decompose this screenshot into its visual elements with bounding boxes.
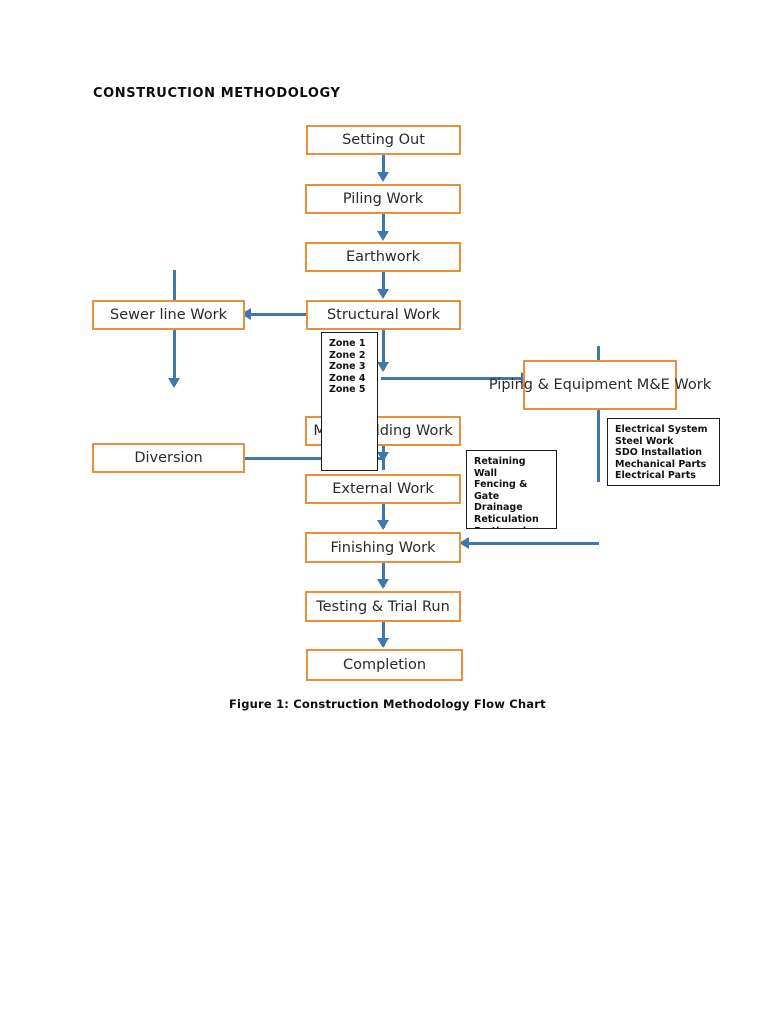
external-work-scope-item: Drainage	[474, 502, 523, 514]
node-label-setting-out: Setting Out	[342, 132, 425, 148]
me-scope-item: Steel Work	[615, 435, 674, 447]
external-work-scope-lines: Retaining Wall Fencing & Gate Drainage R…	[467, 451, 556, 528]
arrowhead-testing	[377, 579, 389, 589]
node-label-finishing-work: Finishing Work	[330, 539, 436, 556]
node-label-external-work: External Work	[332, 481, 434, 497]
node-piping-equipment-me-work[interactable]: Piping & Equipment M&E Work	[489, 360, 711, 410]
node-completion[interactable]: Completion	[306, 649, 463, 681]
external-work-scope-item: Fencing &	[474, 479, 528, 491]
zone-item: Zone 3	[329, 361, 366, 373]
arrowhead-finishing-work	[377, 520, 389, 530]
zone-list-box: Zone 1 Zone 2 Zone 3 Zone 4 Zone 5	[321, 332, 378, 471]
arrowhead-structural-downflow	[377, 362, 389, 372]
connector-me-return-horizontal	[468, 542, 599, 545]
node-label-diversion: Diversion	[134, 450, 203, 466]
arrowhead-completion	[377, 638, 389, 648]
node-label-piping-equipment-me-work: Piping & Equipment M&E Work	[488, 377, 712, 393]
external-work-scope-item: Earthwork	[474, 526, 556, 528]
connector-structural-to-sewer	[250, 313, 308, 316]
me-scope-lines: Electrical System Steel Work SDO Install…	[608, 419, 719, 482]
node-label-earthwork: Earthwork	[346, 249, 420, 265]
me-scope-item: Mechanical Parts	[615, 458, 707, 470]
node-structural-work[interactable]: Structural Work	[306, 300, 461, 330]
arrowhead-piling	[377, 172, 389, 182]
me-scope-box: Electrical System Steel Work SDO Install…	[607, 418, 720, 486]
page-title: CONSTRUCTION METHODOLOGY	[93, 86, 341, 101]
node-external-work[interactable]: External Work	[305, 474, 461, 504]
node-diversion[interactable]: Diversion	[92, 443, 245, 473]
node-sewer-line-work[interactable]: Sewer line Work	[92, 300, 245, 330]
me-scope-item: Electrical Parts	[615, 470, 696, 482]
node-label-sewer-line-work: Sewer line Work	[110, 307, 227, 323]
node-earthwork[interactable]: Earthwork	[305, 242, 461, 272]
external-work-scope-item: Reticulation	[474, 513, 539, 525]
flowchart-page: CONSTRUCTION METHODOLOGY Setting Out Pil	[0, 0, 768, 1024]
node-label-structural-work: Structural Work	[326, 307, 441, 323]
zone-item: Zone 4	[329, 372, 366, 384]
node-label-testing-trial-run: Testing & Trial Run	[316, 598, 450, 615]
node-label-piling-work: Piling Work	[342, 191, 424, 207]
external-work-scope-box: Retaining Wall Fencing & Gate Drainage R…	[466, 450, 557, 529]
arrowhead-structural	[377, 289, 389, 299]
figure-caption: Figure 1: Construction Methodology Flow …	[229, 697, 546, 711]
arrowhead-earthwork	[377, 231, 389, 241]
external-work-scope-item: Gate	[474, 490, 500, 502]
node-testing-trial-run[interactable]: Testing & Trial Run	[305, 591, 461, 622]
node-label-completion: Completion	[342, 657, 427, 673]
external-work-scope-item: Retaining	[474, 456, 526, 467]
node-piling-work[interactable]: Piling Work	[305, 184, 461, 214]
zone-item: Zone 1	[329, 338, 366, 349]
zone-item: Zone 2	[329, 349, 366, 361]
me-scope-item: Electrical System	[615, 424, 708, 435]
zone-list-lines: Zone 1 Zone 2 Zone 3 Zone 4 Zone 5	[322, 333, 377, 396]
zone-item: Zone 5	[329, 384, 366, 396]
arrowhead-sewer-downflow	[168, 378, 180, 388]
me-scope-item: SDO Installation	[615, 447, 703, 459]
external-work-scope-item: Wall	[474, 467, 498, 479]
node-finishing-work[interactable]: Finishing Work	[305, 532, 461, 563]
node-setting-out[interactable]: Setting Out	[306, 125, 461, 155]
